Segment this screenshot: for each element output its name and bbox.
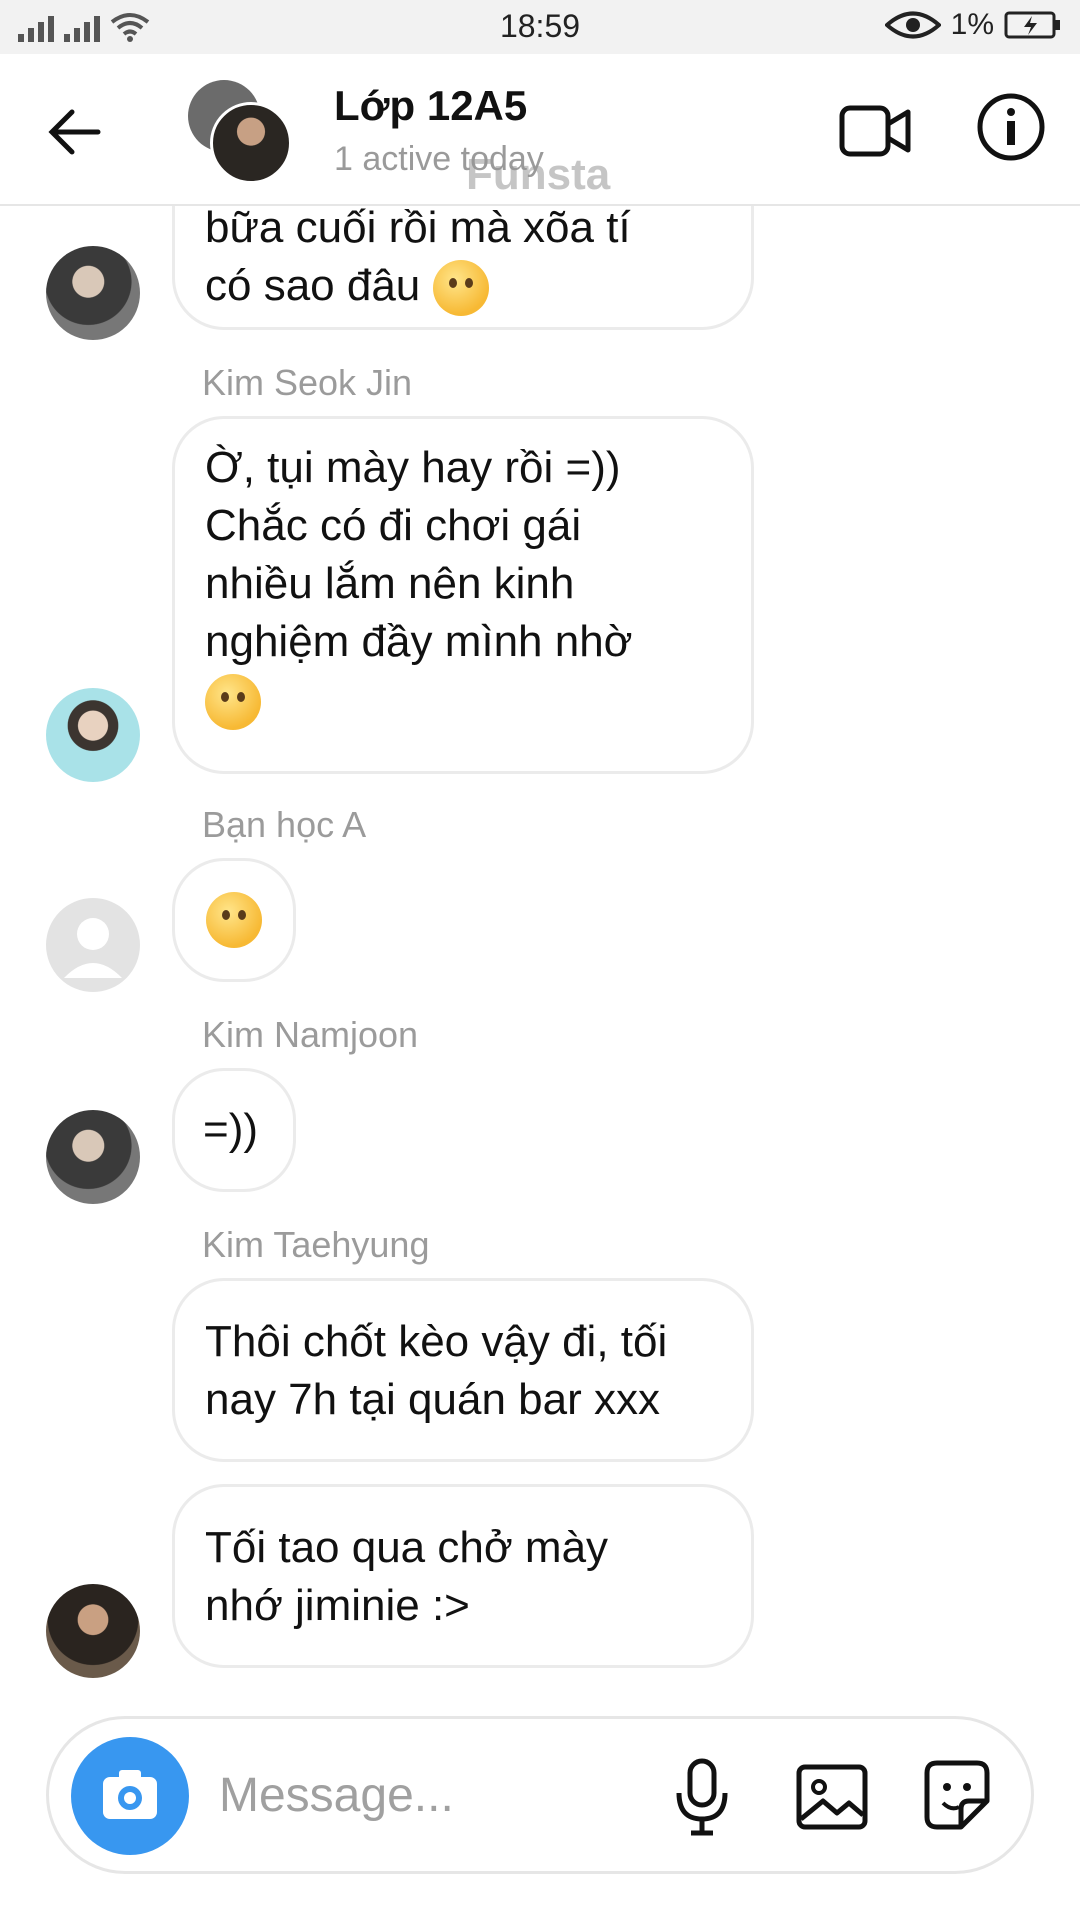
microphone-icon[interactable] [667, 1757, 737, 1837]
message-line: nghiệm đầy mình nhờ [205, 617, 633, 666]
tears-of-joy-emoji [206, 892, 262, 948]
thread-title[interactable]: Lớp 12A5 [334, 82, 527, 130]
sender-name: Kim Seok Jin [202, 362, 413, 403]
gallery-icon[interactable] [793, 1757, 873, 1837]
default-user-icon [64, 918, 122, 978]
message-bubble[interactable]: Tối tao qua chở mày nhớ jiminie :> [172, 1484, 754, 1668]
avatar[interactable] [46, 1584, 140, 1678]
thread-header: Lớp 12A5 1 active today Funsta [0, 54, 1080, 206]
battery-percent: 1% [950, 8, 994, 41]
message-input[interactable] [217, 1749, 691, 1841]
message-line: =)) [203, 1105, 258, 1154]
message-line: nhiều lắm nên kinh [205, 559, 575, 608]
wink-emoji [432, 260, 489, 317]
status-bar: 18:59 1% [0, 0, 1080, 54]
back-arrow-icon[interactable] [44, 102, 104, 162]
watermark: Funsta [466, 150, 611, 199]
message-line: Chắc có đi chơi gái [205, 501, 582, 550]
message-line: có sao đâu [205, 261, 421, 310]
video-call-icon[interactable] [838, 94, 912, 168]
sender-name: Kim Taehyung [202, 1224, 430, 1265]
message-list[interactable]: bữa cuối rồi mà xõa tí có sao đâu Kim Se… [0, 206, 1080, 1706]
relieved-emoji [205, 674, 261, 731]
sender-name: Kim Namjoon [202, 1014, 419, 1055]
message-bubble[interactable]: Ờ, tụi mày hay rồi =)) Chắc có đi chơi g… [172, 416, 754, 774]
camera-icon [103, 1770, 157, 1819]
message-composer [46, 1716, 1034, 1874]
message-line: Ờ, tụi mày hay rồi =)) [205, 443, 621, 492]
message-line: nhớ jiminie :> [205, 1581, 470, 1630]
camera-button[interactable] [71, 1737, 189, 1855]
group-avatar[interactable] [188, 80, 292, 184]
message-bubble[interactable] [172, 858, 296, 982]
sticker-icon[interactable] [917, 1755, 997, 1835]
info-icon[interactable] [976, 92, 1046, 162]
message-bubble[interactable]: bữa cuối rồi mà xõa tí có sao đâu [172, 206, 754, 330]
sender-name: Bạn học A [202, 804, 367, 845]
message-line: bữa cuối rồi mà xõa tí [205, 206, 631, 252]
avatar[interactable] [46, 1110, 140, 1204]
battery-charging-icon [1004, 11, 1060, 39]
message-line: Tối tao qua chở mày [205, 1523, 609, 1572]
member-avatar [210, 102, 292, 184]
message-line: Thôi chốt kèo vậy đi, tối [205, 1317, 668, 1366]
eye-icon [884, 11, 941, 39]
message-bubble[interactable]: Thôi chốt kèo vậy đi, tối nay 7h tại quá… [172, 1278, 754, 1462]
avatar[interactable] [46, 246, 140, 340]
avatar[interactable] [46, 898, 140, 992]
avatar[interactable] [46, 688, 140, 782]
message-line: nay 7h tại quán bar xxx [205, 1375, 660, 1424]
message-bubble[interactable]: =)) [172, 1068, 296, 1192]
